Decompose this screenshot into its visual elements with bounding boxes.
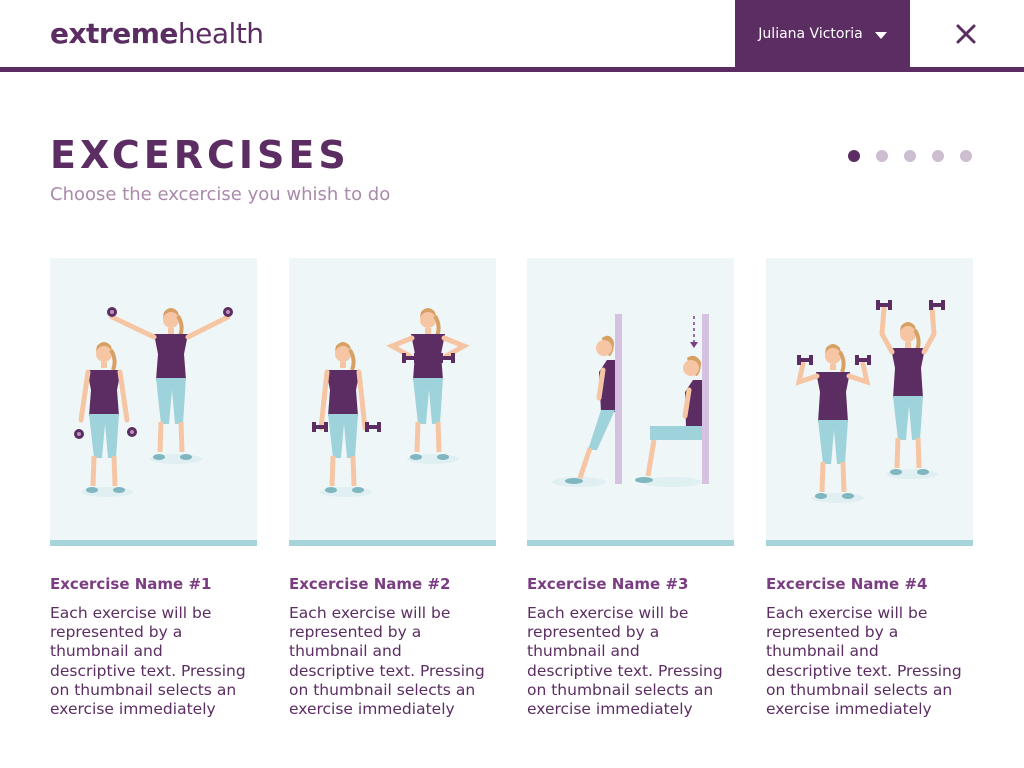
exercise-title: Excercise Name #4	[766, 575, 928, 593]
user-menu-button[interactable]: Juliana Victoria	[735, 0, 910, 68]
page-title: EXCERCISES	[50, 133, 350, 177]
lateral-raise-illustration	[74, 307, 233, 497]
exercise-thumbnail[interactable]	[766, 258, 973, 546]
page-dot-1[interactable]	[848, 150, 860, 162]
shoulder-press-illustration	[795, 300, 945, 503]
page-dot-2[interactable]	[876, 150, 888, 162]
wall-sit-illustration	[552, 314, 709, 487]
exercise-description: Each exercise will be represented by a t…	[289, 604, 485, 719]
upright-row-illustration	[312, 308, 470, 497]
page-subtitle: Choose the excercise you whish to do	[50, 184, 391, 205]
thumbnail-accent-bar	[766, 540, 973, 546]
page-dot-3[interactable]	[904, 150, 916, 162]
thumbnail-accent-bar	[50, 540, 257, 546]
exercise-description: Each exercise will be represented by a t…	[766, 604, 962, 719]
exercise-card: Excercise Name #4 Each exercise will be …	[766, 258, 973, 719]
close-icon	[956, 24, 976, 44]
exercise-card: Excercise Name #1 Each exercise will be …	[50, 258, 257, 719]
exercise-card: Excercise Name #2 Each exercise will be …	[289, 258, 496, 719]
exercise-thumbnail[interactable]	[527, 258, 734, 546]
chevron-down-icon	[874, 31, 887, 39]
page-dot-5[interactable]	[960, 150, 972, 162]
exercise-thumbnail[interactable]	[289, 258, 496, 546]
user-name: Juliana Victoria	[758, 26, 863, 42]
thumbnail-accent-bar	[289, 540, 496, 546]
page-indicator	[848, 150, 972, 162]
exercise-title: Excercise Name #1	[50, 575, 212, 593]
exercise-description: Each exercise will be represented by a t…	[50, 604, 246, 719]
header-divider	[0, 67, 1024, 72]
page-dot-4[interactable]	[932, 150, 944, 162]
logo: extremehealth	[50, 17, 264, 51]
exercise-title: Excercise Name #2	[289, 575, 451, 593]
exercise-title: Excercise Name #3	[527, 575, 689, 593]
thumbnail-accent-bar	[527, 540, 734, 546]
exercise-thumbnail[interactable]	[50, 258, 257, 546]
logo-light-text: health	[177, 17, 264, 50]
close-button[interactable]	[944, 12, 988, 56]
app-header: extremehealth Juliana Victoria	[0, 0, 1024, 68]
exercise-card: Excercise Name #3 Each exercise will be …	[527, 258, 734, 719]
exercise-description: Each exercise will be represented by a t…	[527, 604, 723, 719]
logo-bold-text: extreme	[50, 17, 178, 50]
